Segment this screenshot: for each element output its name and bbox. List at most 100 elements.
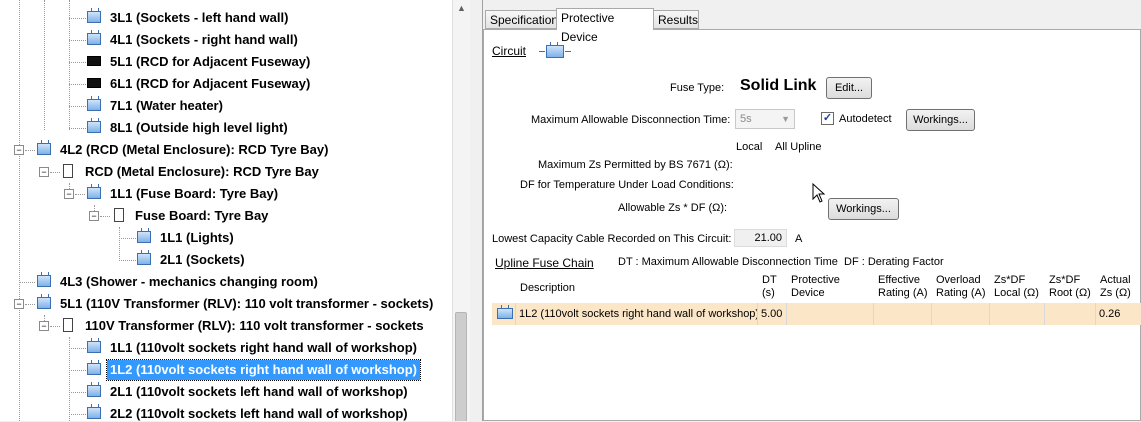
tree-item-label: 8L1 (Outside high level light) (110, 120, 288, 135)
workings-button[interactable]: Workings... (906, 109, 975, 131)
tree-item-rcd-enclosure[interactable]: − RCD (Metal Enclosure): RCD Tyre Bay (0, 161, 452, 183)
tree-item-1l1-110v[interactable]: 1L1 (110volt sockets right hand wall of … (0, 337, 452, 359)
tab-results[interactable]: Results (653, 10, 699, 29)
tree-connector (25, 150, 35, 151)
tree-item-2l1-110v[interactable]: 2L1 (110volt sockets left hand wall of w… (0, 381, 452, 403)
circuit-icon (87, 338, 101, 353)
tree-connector (69, 370, 86, 371)
max-zs-label: Maximum Zs Permitted by BS 7671 (Ω): (538, 159, 733, 171)
circuit-icon (87, 118, 101, 133)
circuit-icon (497, 305, 513, 319)
tree-item-fuse-board[interactable]: − Fuse Board: Tyre Bay (0, 205, 452, 227)
circuit-icon (87, 382, 101, 397)
upline-fuse-chain-grid[interactable]: Description DT (s) Protective Device Effect… (492, 274, 1141, 422)
circuit-wire (539, 51, 545, 52)
mouse-pointer-icon (812, 183, 826, 203)
tree-connector (69, 84, 86, 85)
circuit-icon (37, 140, 51, 155)
fuse-type-label: Fuse Type: (670, 82, 725, 94)
tree-connector (69, 40, 86, 41)
transformer-icon (63, 318, 73, 332)
tree-item-label: 1L1 (Lights) (160, 230, 234, 245)
collapse-toggle[interactable]: − (14, 145, 24, 155)
collapse-toggle[interactable]: − (39, 167, 49, 177)
tree-item-1l1-fuseboard[interactable]: − 1L1 (Fuse Board: Tyre Bay) (0, 183, 452, 205)
tree-item-2l1-sockets[interactable]: 2L1 (Sockets) (0, 249, 452, 271)
collapse-toggle[interactable]: − (64, 189, 74, 199)
tree-item-1l1-lights[interactable]: 1L1 (Lights) (0, 227, 452, 249)
lowest-cable-label: Lowest Capacity Cable Recorded on This C… (492, 233, 732, 245)
circuit-wire (565, 51, 571, 52)
tree-item-label: 6L1 (RCD for Adjacent Fuseway) (110, 76, 311, 91)
enclosure-icon (63, 164, 73, 178)
upline-fuse-chain-title: Upline Fuse Chain (495, 256, 594, 270)
tree-item-label: 1L1 (110volt sockets right hand wall of … (110, 340, 418, 355)
tree-connector (100, 216, 110, 217)
tree-item-5l1[interactable]: 5L1 (RCD for Adjacent Fuseway) (0, 51, 452, 73)
tab-specification[interactable]: Specification (485, 10, 558, 29)
local-column-header: Local (736, 141, 763, 153)
circuit-icon (87, 8, 101, 23)
tree-item-label: 5L1 (RCD for Adjacent Fuseway) (110, 54, 311, 69)
collapse-toggle[interactable]: − (39, 321, 49, 331)
tree-item-label: 2L2 (110volt sockets left hand wall of w… (110, 406, 408, 421)
tree-item-label: 4L1 (Sockets - right hand wall) (110, 32, 298, 47)
tree-connector (19, 282, 35, 283)
tree-item-8l1[interactable]: 8L1 (Outside high level light) (0, 117, 452, 139)
circuit-tree[interactable]: 3L1 (Sockets - left hand wall) 4L1 (Sock… (0, 0, 470, 421)
tree-item-2l2-110v[interactable]: 2L2 (110volt sockets left hand wall of w… (0, 403, 452, 421)
tree-item-label: Fuse Board: Tyre Bay (135, 208, 269, 223)
tree-item-label: 3L1 (Sockets - left hand wall) (110, 10, 289, 25)
tree-connector (75, 194, 85, 195)
tree-item-4l3[interactable]: 4L3 (Shower - mechanics changing room) (0, 271, 452, 293)
tree-item-3l1[interactable]: 3L1 (Sockets - left hand wall) (0, 7, 452, 29)
cell-actual-zs: 0.26 (1096, 303, 1141, 325)
scroll-up-arrow-icon[interactable]: ▲ (453, 0, 470, 17)
tree-connector (69, 18, 86, 19)
rcd-icon (87, 56, 101, 66)
tree-item-1l2-110v[interactable]: 1L2 (110volt sockets right hand wall of … (0, 359, 452, 381)
workings-button-2[interactable]: Workings... (828, 198, 899, 220)
autodetect-label: Autodetect (839, 113, 892, 125)
tree-item-4l1[interactable]: 4L1 (Sockets - right hand wall) (0, 29, 452, 51)
tree-connector (69, 414, 86, 415)
tree-connector (69, 128, 86, 129)
tree-scrollbar[interactable]: ▲ (452, 0, 470, 421)
circuit-icon (87, 360, 101, 375)
tree-connector (25, 304, 35, 305)
row-circuit-icon-cell (492, 303, 516, 325)
cell-zs-df-local (990, 303, 1045, 325)
circuit-icon (37, 272, 51, 287)
details-pane: Specification Protective Device Results … (483, 0, 1141, 421)
autodetect-checkbox[interactable]: ✓ (821, 112, 834, 125)
tree-item-label: 4L2 (RCD (Metal Enclosure): RCD Tyre Bay… (60, 142, 329, 157)
tree-item-label: 1L1 (Fuse Board: Tyre Bay) (110, 186, 279, 201)
collapse-toggle[interactable]: − (14, 299, 24, 309)
tree-item-7l1[interactable]: 7L1 (Water heater) (0, 95, 452, 117)
protective-device-page: Circuit Fuse Type: Solid Link Edit... Ma… (483, 29, 1141, 421)
cell-zs-df-root (1045, 303, 1096, 325)
tab-protective-device[interactable]: Protective Device (556, 8, 654, 44)
tree-item-label: 4L3 (Shower - mechanics changing room) (60, 274, 318, 289)
tree-connector (69, 348, 86, 349)
tree-item-label: 5L1 (110V Transformer (RLV): 110 volt tr… (60, 296, 434, 311)
tree-connector (119, 260, 136, 261)
pane-splitter[interactable] (470, 0, 483, 421)
all-upline-column-header: All Upline (775, 141, 822, 153)
tree-item-6l1[interactable]: 6L1 (RCD for Adjacent Fuseway) (0, 73, 452, 95)
tree-item-label: 7L1 (Water heater) (110, 98, 223, 113)
chevron-down-icon: ▼ (781, 114, 790, 124)
tree-item-5l1-transformer[interactable]: − 5L1 (110V Transformer (RLV): 110 volt … (0, 293, 452, 315)
tree-item-4l2[interactable]: − 4L2 (RCD (Metal Enclosure): RCD Tyre B… (0, 139, 452, 161)
edit-button[interactable]: Edit... (826, 77, 872, 99)
collapse-toggle[interactable]: − (89, 211, 99, 221)
table-row[interactable]: 1L2 (110volt sockets right hand wall of … (492, 274, 1141, 325)
tree-item-110v-transformer[interactable]: − 110V Transformer (RLV): 110 volt trans… (0, 315, 452, 337)
fuse-board-icon (114, 208, 124, 222)
tree-connector (69, 392, 86, 393)
scrollbar-thumb[interactable] (455, 312, 467, 421)
cell-description: 1L2 (110volt sockets right hand wall of … (516, 303, 758, 325)
rcd-icon (87, 78, 101, 88)
circuit-icon (37, 294, 51, 309)
disconnection-time-select[interactable]: 5s ▼ (735, 109, 795, 129)
